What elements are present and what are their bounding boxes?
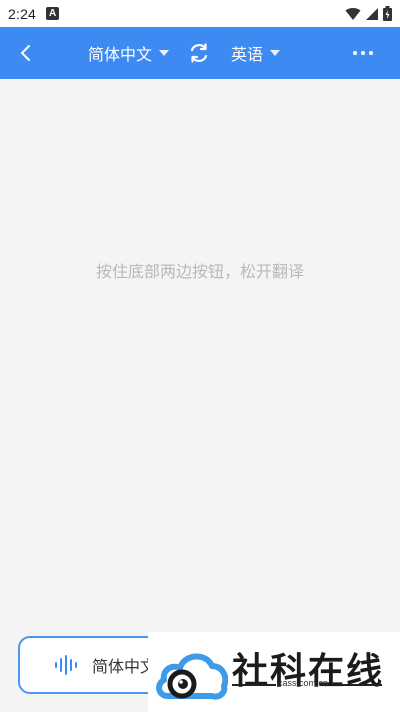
- target-language-label: 英语: [231, 45, 264, 64]
- swap-languages-button[interactable]: [188, 42, 210, 64]
- refresh-icon: [190, 43, 208, 63]
- watermark-line: [232, 684, 276, 686]
- battery-icon: [383, 6, 392, 21]
- back-button[interactable]: [12, 39, 40, 67]
- chevron-left-icon: [21, 45, 30, 61]
- watermark-subtitle: cass.com.cn: [278, 678, 329, 688]
- more-dot: [361, 51, 365, 55]
- watermark-line: [338, 684, 382, 686]
- cloud-eye-logo-icon: [156, 653, 228, 700]
- voice-wave-icon: [55, 655, 77, 675]
- status-bar: 2:24 A: [0, 0, 400, 27]
- caret-down-icon: [270, 50, 281, 56]
- more-dots-icon: [353, 51, 357, 55]
- translation-area: 按住底部两边按钮，松开翻译: [0, 79, 400, 634]
- source-language-label: 简体中文: [88, 45, 153, 64]
- app-bar: 简体中文 英语: [0, 27, 400, 79]
- status-icons: [345, 6, 392, 21]
- watermark: 社科在线 cass.com.cn: [148, 632, 400, 712]
- target-language-selector[interactable]: 英语: [231, 41, 281, 65]
- source-language-selector[interactable]: 简体中文: [88, 41, 170, 65]
- more-options-button[interactable]: [348, 39, 378, 67]
- status-time: 2:24: [8, 5, 37, 22]
- caret-down-icon: [159, 50, 170, 56]
- speak-button-label: 简体中文: [92, 657, 157, 676]
- notification-a-icon: A: [46, 7, 60, 20]
- signal-icon: [366, 7, 378, 20]
- wifi-icon: [345, 7, 361, 20]
- instruction-hint: 按住底部两边按钮，松开翻译: [95, 262, 304, 281]
- more-dot: [369, 51, 373, 55]
